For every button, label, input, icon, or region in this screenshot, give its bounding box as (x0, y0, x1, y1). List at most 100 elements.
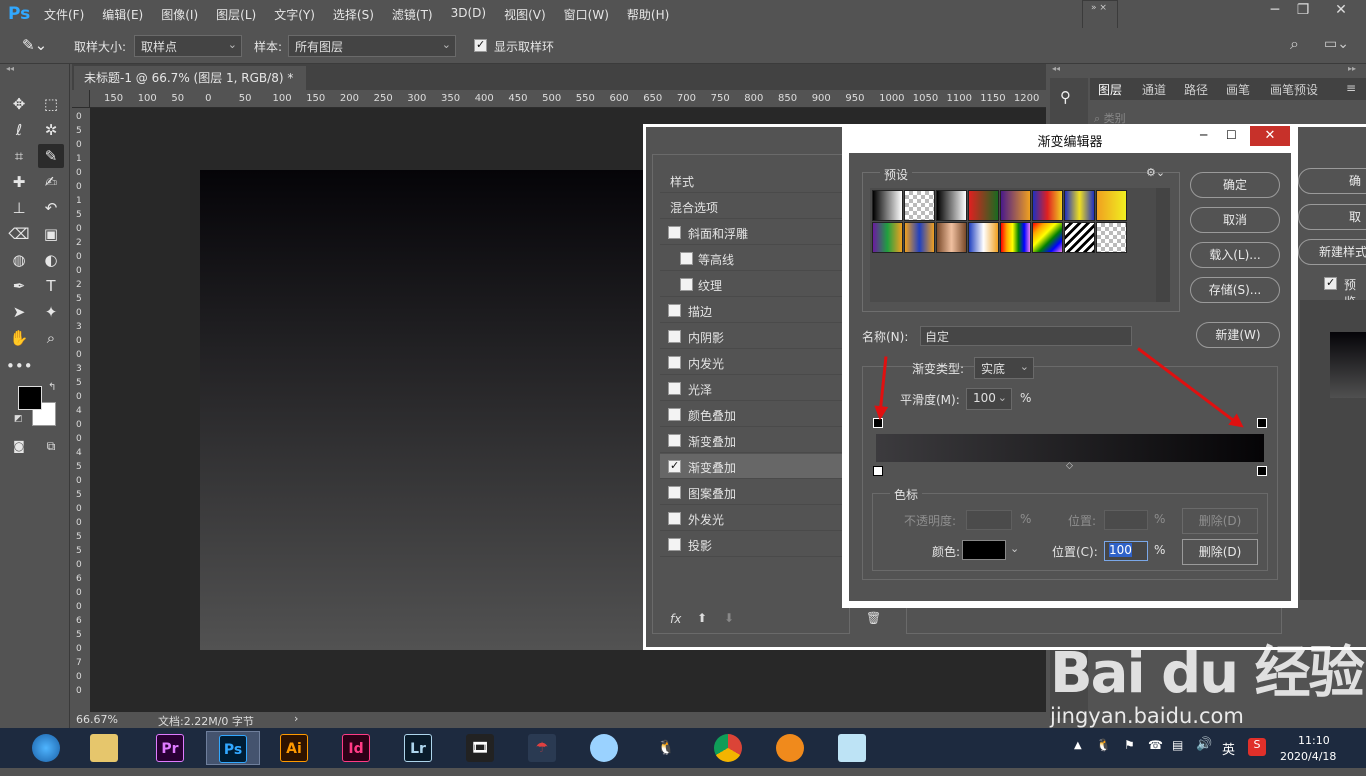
tray-phone-icon[interactable]: ☎ (1148, 738, 1163, 752)
hand-tool-icon[interactable]: ✋ (6, 326, 32, 350)
move-down-icon[interactable]: ⬇ (724, 611, 734, 625)
load-button[interactable]: 载入(L)... (1190, 242, 1280, 268)
menu-item-9[interactable]: 窗口(W) (564, 6, 609, 23)
dodge-tool-icon[interactable]: ◐ (38, 248, 64, 272)
volume-icon[interactable]: 🔊 (1196, 737, 1212, 752)
gradient-preset-swatch[interactable] (1096, 222, 1127, 253)
type-tool-icon[interactable]: T (38, 274, 64, 298)
umbrella-app-icon[interactable]: ☂ (520, 731, 564, 765)
style-item[interactable]: 描边 (660, 298, 842, 323)
presets-gear-icon[interactable]: ⚙⌄ (1146, 166, 1165, 179)
minimize-icon[interactable]: ─ (1262, 2, 1288, 22)
gradient-preset-swatch[interactable] (872, 222, 903, 253)
style-item[interactable]: 等高线 (660, 246, 842, 271)
style-checkbox[interactable] (668, 512, 681, 525)
tab-brush[interactable]: 画笔 (1226, 81, 1250, 98)
style-checkbox[interactable] (668, 330, 681, 343)
gradient-tool-icon[interactable]: ▣ (38, 222, 64, 246)
notes-app-icon[interactable] (830, 731, 874, 765)
browser-app-icon[interactable] (768, 731, 812, 765)
new-button[interactable]: 新建(W) (1196, 322, 1280, 348)
gradient-preset-swatch[interactable] (1000, 190, 1031, 221)
style-checkbox[interactable] (668, 408, 681, 421)
ls-cancel-button[interactable]: 取 (1298, 204, 1366, 230)
style-item[interactable]: 内阴影 (660, 324, 842, 349)
style-checkbox[interactable] (668, 304, 681, 317)
expand-icon[interactable]: ◂◂ (1052, 64, 1060, 73)
swap-colors-icon[interactable]: ↰ (48, 382, 56, 393)
delete-color-stop-button[interactable]: 删除(D) (1182, 539, 1258, 565)
chrome-icon[interactable] (706, 731, 750, 765)
search-icon[interactable]: ⌕ (1290, 34, 1299, 54)
gradient-preview-bar[interactable] (876, 434, 1264, 462)
eyedropper-tool-icon[interactable]: ✎ (38, 144, 64, 168)
blur-tool-icon[interactable]: ◍ (6, 248, 32, 272)
sample-select[interactable]: 所有图层 ⌄ (288, 35, 456, 57)
gradient-preset-swatch[interactable] (1064, 222, 1095, 253)
style-item[interactable]: 渐变叠加 (660, 454, 842, 479)
gradient-preset-swatch[interactable] (1032, 222, 1063, 253)
status-arrow-icon[interactable]: › (294, 712, 298, 725)
gradient-preset-swatch[interactable] (936, 190, 967, 221)
video-editor-icon[interactable]: 🎞 (458, 731, 502, 765)
zoom-tool-icon[interactable]: ⌕ (38, 326, 64, 350)
move-up-icon[interactable]: ⬆ (697, 611, 707, 625)
restore-icon[interactable]: ❐ (1290, 2, 1316, 22)
photoshop-icon[interactable]: Ps (206, 731, 260, 765)
style-item[interactable]: 内发光 (660, 350, 842, 375)
document-canvas[interactable] (200, 170, 680, 650)
premiere-icon[interactable]: Pr (148, 731, 192, 765)
styles-header[interactable]: 样式 (660, 168, 842, 193)
stop-color-swatch[interactable] (962, 540, 1006, 560)
eraser-tool-icon[interactable]: ⌫ (6, 222, 32, 246)
close-icon[interactable]: ✕ (1328, 2, 1354, 22)
tab-paths[interactable]: 路径 (1184, 81, 1208, 98)
menu-item-5[interactable]: 选择(S) (333, 6, 374, 23)
menu-item-10[interactable]: 帮助(H) (627, 6, 669, 23)
collapse-icon[interactable]: ◂◂ (6, 64, 14, 73)
indesign-icon[interactable]: Id (334, 731, 378, 765)
path-select-icon[interactable]: ➤ (6, 300, 32, 324)
name-field[interactable]: 自定 (920, 326, 1132, 346)
style-checkbox[interactable] (680, 252, 693, 265)
magic-wand-icon[interactable]: ✲ (38, 118, 64, 142)
collapse-icon[interactable]: ▸▸ (1348, 64, 1356, 73)
gradient-preset-swatch[interactable] (904, 190, 935, 221)
menu-item-6[interactable]: 滤镜(T) (392, 6, 433, 23)
explorer-icon[interactable] (82, 731, 126, 765)
history-brush-icon[interactable]: ↶ (38, 196, 64, 220)
stamp-panel-icon[interactable]: ⚲ (1060, 88, 1071, 106)
chat-app-icon[interactable] (582, 731, 626, 765)
style-item[interactable]: 图案叠加 (660, 480, 842, 505)
workspace-icon[interactable]: ▭⌄ (1324, 36, 1349, 52)
gradient-preset-swatch[interactable] (1032, 190, 1063, 221)
menu-item-3[interactable]: 图层(L) (216, 6, 256, 23)
style-checkbox[interactable] (668, 434, 681, 447)
eyedropper-icon[interactable]: ✎⌄ (22, 36, 47, 54)
gradient-preset-swatch[interactable] (936, 222, 967, 253)
smoothness-field[interactable]: 100 ⌄ (966, 388, 1012, 410)
illustrator-icon[interactable]: Ai (272, 731, 316, 765)
gradient-preset-swatch[interactable] (872, 190, 903, 221)
save-button[interactable]: 存储(S)... (1190, 277, 1280, 303)
screen-mode-icon[interactable]: ⧉ (38, 434, 64, 458)
style-item[interactable]: 斜面和浮雕 (660, 220, 842, 245)
style-checkbox[interactable] (668, 538, 681, 551)
marquee-tool-icon[interactable]: ⬚ (38, 92, 64, 116)
panel-menu-icon[interactable]: ≡ (1346, 81, 1356, 95)
style-checkbox[interactable] (680, 278, 693, 291)
tray-expand-icon[interactable]: ▲ (1074, 740, 1082, 751)
lightroom-icon[interactable]: Lr (396, 731, 440, 765)
foreground-color-swatch[interactable] (18, 386, 42, 410)
gradient-preset-swatch[interactable] (968, 222, 999, 253)
blend-options[interactable]: 混合选项 (660, 194, 842, 219)
clock-date[interactable]: 2020/4/18 (1280, 750, 1336, 763)
maximize-icon[interactable]: ☐ (1226, 128, 1237, 142)
style-checkbox[interactable] (668, 486, 681, 499)
menu-item-7[interactable]: 3D(D) (451, 6, 486, 23)
gradient-preset-swatch[interactable] (1096, 190, 1127, 221)
minimize-icon[interactable]: ─ (1200, 128, 1207, 142)
style-checkbox[interactable] (668, 460, 681, 473)
chevron-down-icon[interactable]: ⌄ (1010, 542, 1019, 555)
style-item[interactable]: 颜色叠加 (660, 402, 842, 427)
